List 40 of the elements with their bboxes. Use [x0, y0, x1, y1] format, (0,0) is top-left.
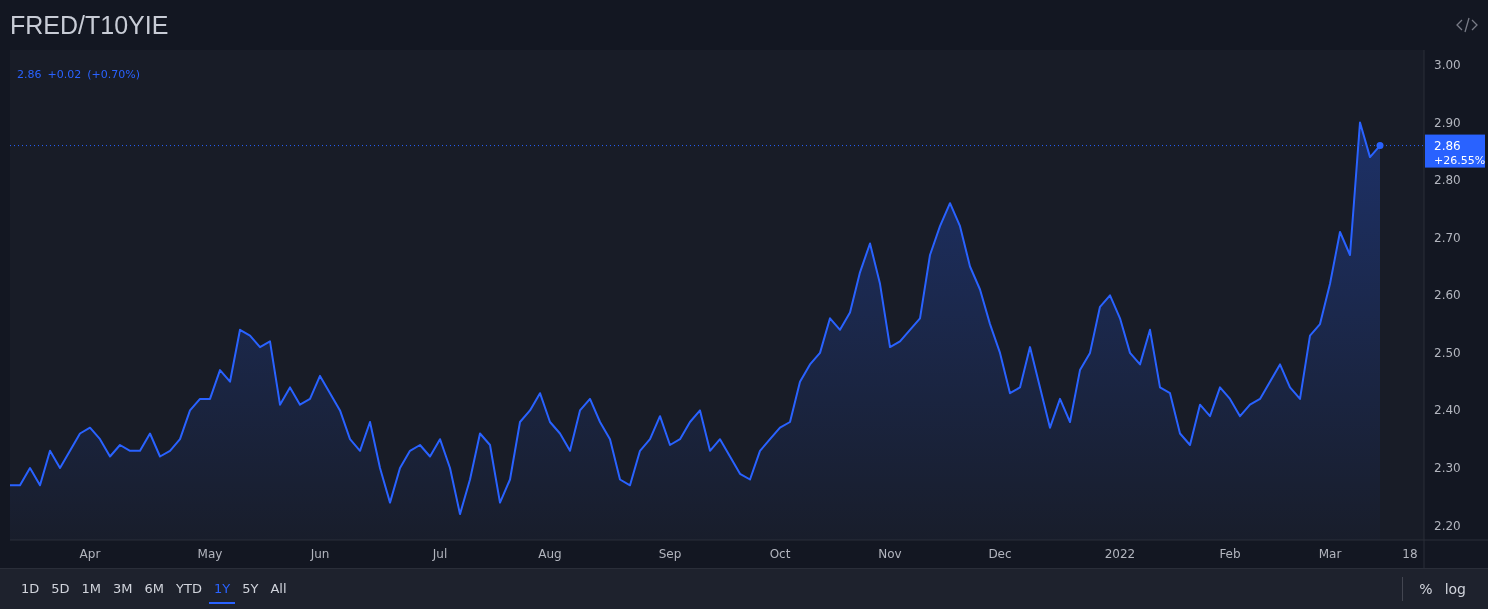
axis-label: 2.30: [1434, 461, 1461, 476]
axis-label: Sep: [658, 547, 682, 561]
scale-button[interactable]: log: [1438, 577, 1472, 601]
axis-label: Aug: [538, 547, 562, 561]
range-button[interactable]: 1M: [76, 574, 107, 604]
legend-change-percent: (+0.70%): [87, 68, 140, 81]
range-button[interactable]: 3M: [108, 574, 138, 604]
ref-line-label: 2.86: [1434, 138, 1461, 153]
range-button[interactable]: All: [265, 574, 292, 604]
axis-label: 2.80: [1434, 173, 1461, 188]
axis-label: 18: [1402, 547, 1418, 561]
range-button[interactable]: 5Y: [237, 574, 264, 604]
axis-label: 2.60: [1434, 288, 1461, 303]
scale-button[interactable]: %: [1413, 577, 1439, 601]
end-point-dot: [1376, 142, 1384, 150]
legend-price: 2.86: [17, 68, 42, 81]
last-price-label: 2.86 +26.55%: [1425, 134, 1486, 168]
axis-label: Jun: [310, 547, 330, 561]
chart-title: FRED/T10YIE: [10, 10, 169, 40]
axis-label: May: [197, 547, 223, 561]
axis-label: Oct: [769, 547, 791, 561]
range-button[interactable]: 1D: [16, 574, 45, 604]
axis-label: 2.40: [1434, 403, 1461, 418]
axis-label: Jul: [432, 547, 448, 561]
axis-label: 2.70: [1434, 230, 1461, 245]
legend-change: +0.02: [47, 68, 82, 81]
range-button[interactable]: 5D: [46, 574, 75, 604]
axis-label: Apr: [79, 547, 101, 561]
code-icon[interactable]: [1456, 17, 1478, 33]
axis-label: 2.20: [1434, 518, 1461, 533]
range-button[interactable]: YTD: [171, 574, 207, 604]
axis-label: Dec: [988, 547, 1012, 561]
range-button[interactable]: 6M: [139, 574, 170, 604]
axis-label: 2.90: [1434, 115, 1461, 130]
axis-label: 2022: [1104, 547, 1136, 561]
axis-label: Nov: [878, 547, 902, 561]
axis-label: 2.50: [1434, 345, 1461, 360]
axis-label: Feb: [1219, 547, 1241, 561]
axis-label: Mar: [1318, 547, 1342, 561]
axis-label: 3.00: [1434, 57, 1461, 72]
